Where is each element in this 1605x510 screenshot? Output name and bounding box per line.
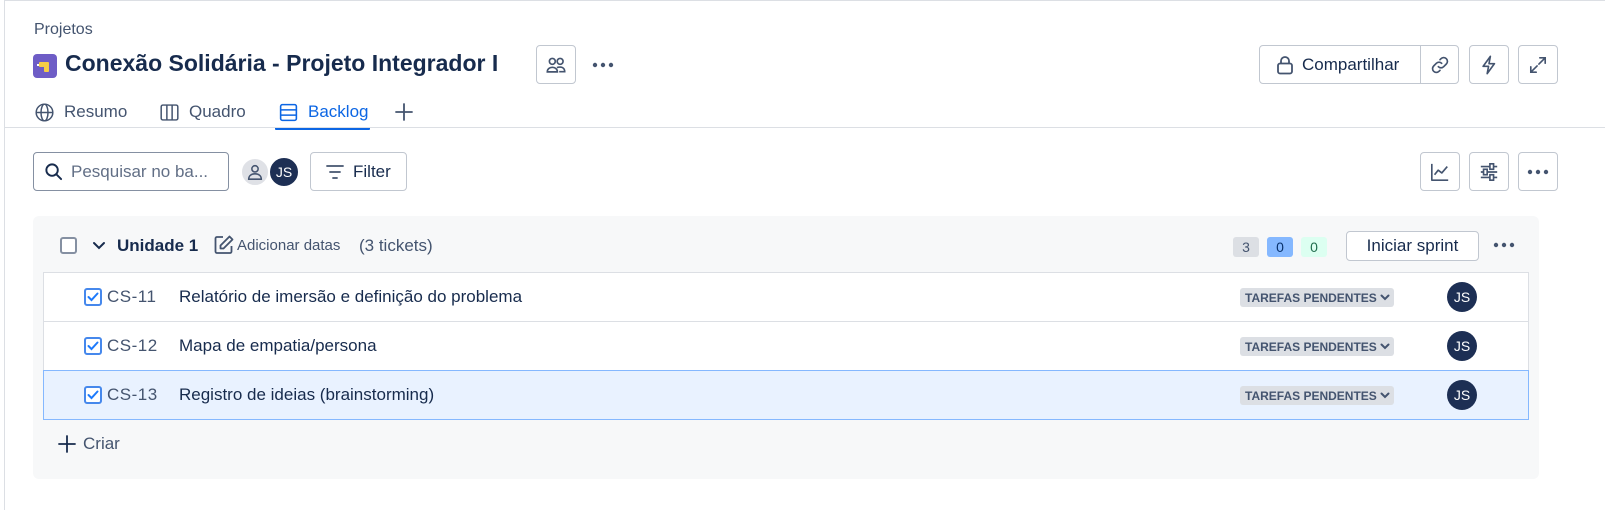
lightning-icon [1482, 55, 1496, 74]
tab-resumo[interactable]: Resumo [34, 96, 127, 128]
edit-icon [214, 235, 234, 254]
issue-row[interactable]: CS-13 Registro de ideias (brainstorming)… [43, 370, 1529, 420]
issue-key[interactable]: CS-11 [107, 287, 156, 307]
tab-quadro[interactable]: Quadro [159, 96, 246, 128]
in-progress-count-badge: 0 [1267, 237, 1293, 257]
lock-icon [1277, 55, 1293, 74]
filter-label: Filter [353, 161, 391, 181]
chart-line-icon [1431, 163, 1449, 181]
add-dates-label: Adicionar datas [237, 236, 341, 254]
project-icon [33, 54, 57, 78]
issue-key[interactable]: CS-13 [107, 385, 158, 405]
create-label: Criar [83, 434, 120, 453]
backlog-icon [279, 103, 298, 121]
done-count-badge: 0 [1301, 237, 1327, 257]
user-avatar-filter[interactable]: JS [268, 156, 300, 188]
plus-icon [395, 103, 413, 121]
status-dropdown[interactable]: TAREFAS PENDENTES [1240, 386, 1394, 405]
tabs-divider [5, 127, 1605, 128]
issue-row[interactable]: CS-11 Relatório de imersão e definição d… [44, 273, 1528, 322]
backlog-more-button[interactable] [1518, 152, 1558, 191]
collapse-sprint-button[interactable] [90, 236, 108, 254]
status-dropdown[interactable]: TAREFAS PENDENTES [1240, 337, 1394, 356]
page-title: Conexão Solidária - Projeto Integrador I [65, 50, 499, 76]
todo-count-badge: 3 [1233, 237, 1259, 257]
view-settings-button[interactable] [1469, 152, 1509, 191]
tab-resumo-label: Resumo [64, 102, 128, 121]
task-icon [84, 288, 102, 306]
issue-list: CS-11 Relatório de imersão e definição d… [43, 272, 1529, 420]
add-dates-button[interactable]: Adicionar datas [213, 234, 340, 256]
start-sprint-button[interactable]: Iniciar sprint [1346, 231, 1479, 261]
sprint-select-checkbox[interactable] [60, 237, 77, 254]
chevron-down-icon [1380, 294, 1390, 301]
chevron-down-icon [93, 241, 105, 249]
sprint-container: Unidade 1 Adicionar datas (3 tickets) 3 … [33, 216, 1539, 479]
globe-icon [35, 102, 54, 122]
issue-summary[interactable]: Registro de ideias (brainstorming) [179, 385, 434, 405]
search-input[interactable] [71, 161, 221, 182]
filter-icon [326, 164, 344, 179]
create-issue-button[interactable]: Criar [57, 434, 120, 454]
people-icon [546, 57, 566, 73]
share-label: Compartilhar [1302, 54, 1400, 74]
status-label: TAREFAS PENDENTES [1245, 388, 1377, 403]
expand-icon [1529, 56, 1547, 73]
sprint-name: Unidade 1 [117, 236, 199, 255]
issue-summary[interactable]: Relatório de imersão e definição do prob… [179, 287, 522, 307]
copy-link-button[interactable] [1420, 45, 1459, 84]
plus-icon [58, 435, 76, 453]
tab-backlog[interactable]: Backlog [275, 96, 371, 130]
chevron-down-icon [1380, 392, 1390, 399]
search-icon [45, 163, 63, 181]
person-icon [247, 164, 263, 180]
tab-backlog-label: Backlog [308, 102, 369, 121]
board-icon [160, 103, 179, 121]
filter-button[interactable]: Filter [310, 152, 407, 191]
automation-button[interactable] [1469, 45, 1509, 84]
status-dropdown[interactable]: TAREFAS PENDENTES [1240, 288, 1394, 307]
sprint-more-button[interactable] [1491, 232, 1517, 258]
assignee-avatar[interactable]: JS [1447, 331, 1477, 361]
share-button[interactable]: Compartilhar [1259, 45, 1421, 84]
breadcrumb[interactable]: Projetos [34, 21, 93, 39]
more-icon [1527, 169, 1549, 174]
task-icon [84, 386, 102, 404]
issue-key[interactable]: CS-12 [107, 336, 158, 356]
more-icon [1493, 242, 1515, 248]
tab-quadro-label: Quadro [189, 102, 246, 121]
more-icon [592, 62, 614, 68]
assignee-avatar[interactable]: JS [1447, 282, 1477, 312]
search-field[interactable] [33, 152, 229, 191]
fullscreen-button[interactable] [1518, 45, 1558, 84]
issue-row[interactable]: CS-12 Mapa de empatia/persona TAREFAS PE… [44, 322, 1528, 371]
team-button[interactable] [536, 45, 576, 84]
unassigned-avatar[interactable] [240, 157, 270, 187]
issue-summary[interactable]: Mapa de empatia/persona [179, 336, 377, 356]
task-icon [84, 337, 102, 355]
status-label: TAREFAS PENDENTES [1245, 290, 1377, 305]
link-icon [1431, 56, 1448, 73]
ticket-count: (3 tickets) [359, 236, 433, 255]
assignee-avatar[interactable]: JS [1447, 380, 1477, 410]
more-actions-button[interactable] [588, 50, 618, 80]
insights-button[interactable] [1420, 152, 1460, 191]
chevron-down-icon [1380, 343, 1390, 350]
status-label: TAREFAS PENDENTES [1245, 339, 1377, 354]
add-tab-button[interactable] [394, 96, 416, 128]
settings-sliders-icon [1480, 162, 1498, 181]
